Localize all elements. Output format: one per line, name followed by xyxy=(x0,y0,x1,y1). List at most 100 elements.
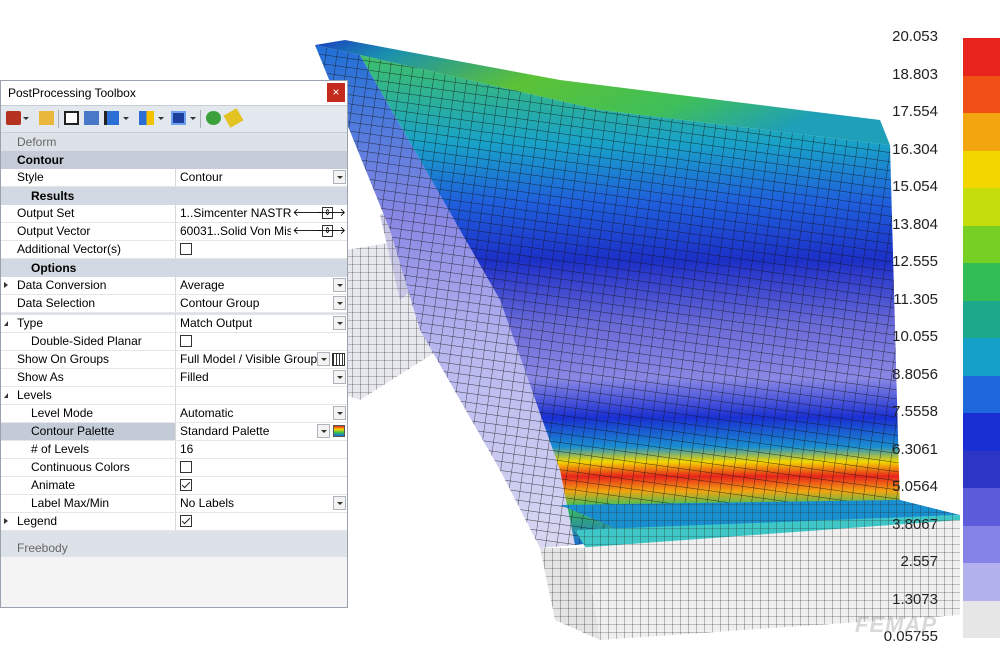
property-type[interactable]: Type Match Output xyxy=(1,315,347,333)
legend-swatch xyxy=(963,488,1000,526)
chevron-down-icon[interactable] xyxy=(158,117,164,120)
legend-label: 8.8056 xyxy=(892,365,938,383)
arrow-right-icon[interactable]: 🡒 xyxy=(317,225,347,238)
group-select-icon[interactable] xyxy=(332,353,345,366)
chevron-down-icon[interactable] xyxy=(123,117,129,120)
close-button[interactable]: × xyxy=(327,83,345,102)
chevron-down-icon[interactable] xyxy=(333,370,346,384)
collapse-icon[interactable] xyxy=(4,393,8,398)
window-titlebar[interactable]: PostProcessing Toolbox × xyxy=(1,81,347,105)
chevron-down-icon[interactable] xyxy=(23,117,29,120)
legend-swatch xyxy=(963,263,1000,301)
postprocessing-toolbox-window: PostProcessing Toolbox × Deform Contour … xyxy=(0,80,348,608)
toolbox-icon[interactable] xyxy=(6,111,21,125)
chevron-down-icon[interactable] xyxy=(317,352,330,366)
legend-swatch xyxy=(963,188,1000,226)
legend-label: 13.804 xyxy=(892,215,938,233)
property-value: Filled xyxy=(180,370,209,384)
property-levels[interactable]: Levels xyxy=(1,387,347,405)
expand-icon[interactable] xyxy=(4,282,8,288)
legend-label: 6.3061 xyxy=(892,440,938,458)
divider xyxy=(1,531,347,539)
chevron-down-icon[interactable] xyxy=(333,296,346,310)
property-legend[interactable]: Legend xyxy=(1,513,347,531)
legend-swatch xyxy=(963,413,1000,451)
property-label: Data Selection xyxy=(1,295,176,312)
chevron-down-icon[interactable] xyxy=(317,424,330,438)
property-output-vector[interactable]: Output Vector 60031..Solid Von Mises S 🡐… xyxy=(1,223,347,241)
legend-label: 5.0564 xyxy=(892,478,938,495)
clear-icon[interactable] xyxy=(223,108,244,128)
property-value: Full Model / Visible Groups xyxy=(180,352,324,366)
legend-swatch xyxy=(963,300,1000,338)
property-value[interactable]: 16 xyxy=(180,442,193,456)
property-value: Match Output xyxy=(180,316,253,330)
chevron-down-icon[interactable] xyxy=(333,170,346,184)
contour-legend-labels: 20.053 18.803 17.554 16.304 15.054 13.804 12.5… xyxy=(880,0,960,650)
property-data-conversion[interactable]: Data Conversion Average xyxy=(1,277,347,295)
double-sided-planar-checkbox[interactable] xyxy=(180,335,192,347)
legend-label: 12.555 xyxy=(892,253,938,270)
window-title: PostProcessing Toolbox xyxy=(8,86,136,100)
toolbox-toolbar xyxy=(1,105,347,133)
property-contour-palette[interactable]: Contour Palette Standard Palette xyxy=(1,423,347,441)
legend-swatch xyxy=(963,450,1000,488)
chevron-down-icon[interactable] xyxy=(333,278,346,292)
property-output-set[interactable]: Output Set 1..Simcenter NASTRAN C 🡐 ⇕ 🡒 xyxy=(1,205,347,223)
legend-swatch xyxy=(963,338,1000,376)
arrow-right-icon[interactable]: 🡒 xyxy=(317,207,347,220)
legend-label: 15.054 xyxy=(892,178,938,195)
legend-label: 16.304 xyxy=(892,140,938,158)
property-label: Show On Groups xyxy=(1,351,176,368)
property-label: Output Vector xyxy=(1,223,176,240)
chevron-down-icon[interactable] xyxy=(333,496,346,510)
property-additional-vectors[interactable]: Additional Vector(s) xyxy=(1,241,347,259)
collapse-icon[interactable] xyxy=(4,321,8,326)
chevron-down-icon[interactable] xyxy=(333,406,346,420)
property-value: Contour xyxy=(180,170,223,184)
legend-label: 17.554 xyxy=(892,103,938,120)
property-label: Show As xyxy=(1,369,176,386)
additional-vectors-checkbox[interactable] xyxy=(180,243,192,255)
property-label-max-min[interactable]: Label Max/Min No Labels xyxy=(1,495,347,513)
legend-swatch xyxy=(963,75,1000,113)
property-label: Level Mode xyxy=(1,405,176,422)
chevron-down-icon[interactable] xyxy=(190,117,196,120)
views-icon[interactable] xyxy=(64,111,79,125)
contour-legend-colorbar xyxy=(963,38,1000,638)
property-continuous-colors[interactable]: Continuous Colors xyxy=(1,459,347,477)
property-data-selection[interactable]: Data Selection Contour Group xyxy=(1,295,347,313)
property-label: Contour Palette xyxy=(1,423,176,440)
property-label: Legend xyxy=(17,514,58,528)
contour-icon[interactable] xyxy=(139,111,154,125)
expand-icon[interactable] xyxy=(4,518,8,524)
property-show-as[interactable]: Show As Filled xyxy=(1,369,347,387)
property-label: Continuous Colors xyxy=(1,459,176,476)
toolbar-separator xyxy=(58,110,59,128)
legend-checkbox[interactable] xyxy=(180,515,192,527)
property-animate[interactable]: Animate xyxy=(1,477,347,495)
deform-icon[interactable] xyxy=(104,111,119,125)
section-deform[interactable]: Deform xyxy=(1,133,347,151)
property-double-sided-planar[interactable]: Double-Sided Planar xyxy=(1,333,347,351)
animate-checkbox[interactable] xyxy=(180,479,192,491)
property-label: Label Max/Min xyxy=(1,495,176,512)
section-contour[interactable]: Contour xyxy=(1,151,347,169)
open-folder-icon[interactable] xyxy=(39,111,54,125)
model-tree-icon[interactable] xyxy=(84,111,99,125)
legend-label: 11.305 xyxy=(893,290,938,308)
animate-icon[interactable] xyxy=(206,111,221,125)
property-num-levels[interactable]: # of Levels 16 xyxy=(1,441,347,459)
property-style[interactable]: Style Contour xyxy=(1,169,347,187)
group-options: Options xyxy=(1,259,347,277)
palette-icon[interactable] xyxy=(333,425,345,437)
section-freebody[interactable]: Freebody xyxy=(1,539,347,557)
legend-swatch xyxy=(963,600,1000,638)
legend-swatch xyxy=(963,150,1000,188)
property-level-mode[interactable]: Level Mode Automatic xyxy=(1,405,347,423)
property-value: Automatic xyxy=(180,406,234,420)
layers-icon[interactable] xyxy=(171,111,186,125)
continuous-colors-checkbox[interactable] xyxy=(180,461,192,473)
property-show-on-groups[interactable]: Show On Groups Full Model / Visible Grou… xyxy=(1,351,347,369)
chevron-down-icon[interactable] xyxy=(333,316,346,330)
